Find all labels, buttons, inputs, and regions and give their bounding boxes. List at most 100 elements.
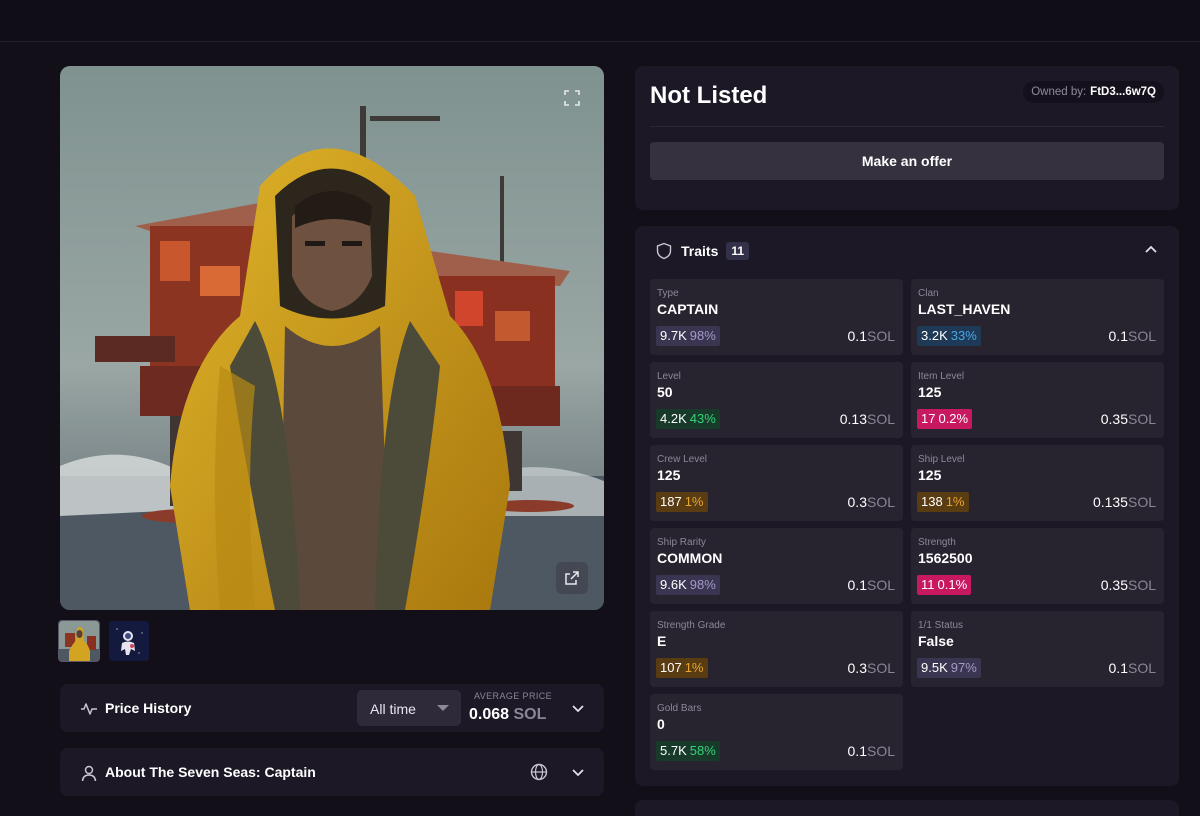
- next-panel: [635, 800, 1179, 816]
- owner-badge[interactable]: Owned by: FtD3...6w7Q: [1023, 81, 1164, 103]
- trait-rarity-badge: 138 1%: [917, 492, 969, 512]
- thumbnail-strip: [58, 620, 149, 662]
- chevron-down-icon[interactable]: [570, 764, 586, 780]
- trait-price-unit: SOL: [1127, 577, 1156, 593]
- thumbnail-astronaut-image: [109, 621, 149, 661]
- expand-button[interactable]: [556, 82, 588, 114]
- trait-value: 125: [918, 384, 942, 400]
- trait-card[interactable]: Type CAPTAIN 9.7K 98% 0.1SOL: [650, 279, 903, 355]
- traits-panel: Traits 11 Type CAPTAIN 9.7K 98% 0.1SOL Clan LA…: [635, 226, 1179, 786]
- external-link-icon: [565, 571, 579, 585]
- trait-card[interactable]: Ship Level 125 138 1% 0.135SOL: [911, 445, 1164, 521]
- average-price-value: 0.068 SOL: [469, 706, 546, 724]
- trait-price-value: 0.1: [847, 743, 867, 759]
- captain-artwork: [60, 66, 604, 610]
- trait-name: Ship Rarity: [657, 537, 706, 548]
- thumbnail-astronaut[interactable]: [109, 621, 149, 661]
- trait-rarity-badge: 5.7K 58%: [656, 741, 720, 761]
- trait-price-value: 0.1: [847, 577, 867, 593]
- about-collection-panel[interactable]: About The Seven Seas: Captain: [60, 748, 604, 796]
- trait-percent: 1%: [945, 494, 965, 509]
- trait-rarity-badge: 3.2K 33%: [917, 326, 981, 346]
- thumbnail-captain-image: [59, 621, 99, 661]
- trait-name: Strength Grade: [657, 620, 726, 631]
- trait-price-unit: SOL: [866, 494, 895, 510]
- trait-rarity-badge: 11 0.1%: [917, 575, 972, 595]
- activity-icon: [81, 703, 97, 715]
- trait-price-unit: SOL: [866, 411, 895, 427]
- trait-card[interactable]: Ship Rarity COMMON 9.6K 98% 0.1SOL: [650, 528, 903, 604]
- trait-count: 9.6K: [660, 577, 687, 592]
- trait-percent: 1%: [684, 494, 704, 509]
- trait-card[interactable]: Item Level 125 17 0.2% 0.35SOL: [911, 362, 1164, 438]
- trait-price-value: 0.35: [1100, 577, 1128, 593]
- chevron-up-icon[interactable]: [1143, 242, 1159, 258]
- trait-floor-price: 0.1SOL: [848, 577, 895, 593]
- trait-card[interactable]: Strength Grade E 107 1% 0.3SOL: [650, 611, 903, 687]
- trait-card[interactable]: Clan LAST_HAVEN 3.2K 33% 0.1SOL: [911, 279, 1164, 355]
- trait-value: CAPTAIN: [657, 301, 719, 317]
- make-offer-button[interactable]: Make an offer: [650, 142, 1164, 180]
- trait-count: 107: [660, 660, 682, 675]
- traits-count-badge: 11: [726, 242, 750, 260]
- about-title: About The Seven Seas: Captain: [105, 764, 316, 780]
- trait-price-unit: SOL: [1127, 494, 1156, 510]
- trait-percent: 58%: [689, 743, 716, 758]
- globe-icon[interactable]: [530, 763, 548, 781]
- trait-value: E: [657, 633, 667, 649]
- divider: [650, 126, 1164, 127]
- external-link-button[interactable]: [556, 562, 588, 594]
- trait-price-unit: SOL: [866, 577, 895, 593]
- trait-floor-price: 0.1SOL: [848, 743, 895, 759]
- trait-card[interactable]: Crew Level 125 187 1% 0.3SOL: [650, 445, 903, 521]
- trait-name: Clan: [918, 288, 939, 299]
- trait-rarity-badge: 9.7K 98%: [656, 326, 720, 346]
- nft-image[interactable]: [60, 66, 604, 610]
- trait-price-value: 0.1: [847, 328, 867, 344]
- traits-title: Traits: [681, 243, 719, 259]
- trait-percent: 33%: [950, 328, 977, 343]
- trait-floor-price: 0.13SOL: [840, 411, 895, 427]
- trait-count: 4.2K: [660, 411, 687, 426]
- trait-percent: 0.2%: [938, 411, 969, 426]
- trait-name: Item Level: [918, 371, 965, 382]
- trait-value: LAST_HAVEN: [918, 301, 1011, 317]
- trait-value: 0: [657, 716, 665, 732]
- trait-rarity-badge: 187 1%: [656, 492, 708, 512]
- trait-percent: 98%: [689, 577, 716, 592]
- trait-floor-price: 0.1SOL: [1109, 328, 1156, 344]
- trait-price-value: 0.13: [839, 411, 867, 427]
- trait-percent: 0.1%: [937, 577, 968, 592]
- listing-status: Not Listed: [650, 82, 768, 109]
- chevron-down-icon[interactable]: [570, 700, 586, 716]
- trait-price-unit: SOL: [866, 743, 895, 759]
- price-history-title: Price History: [105, 700, 192, 716]
- trait-card[interactable]: Strength 1562500 11 0.1% 0.35SOL: [911, 528, 1164, 604]
- traits-header[interactable]: Traits 11: [655, 241, 750, 261]
- thumbnail-captain[interactable]: [58, 620, 100, 662]
- user-icon: [81, 765, 97, 782]
- trait-count: 9.7K: [660, 328, 687, 343]
- trait-price-value: 0.35: [1100, 411, 1128, 427]
- trait-floor-price: 0.35SOL: [1101, 577, 1156, 593]
- time-range-value: All time: [370, 701, 416, 717]
- trait-value: False: [918, 633, 954, 649]
- trait-rarity-badge: 9.6K 98%: [656, 575, 720, 595]
- trait-price-value: 0.3: [847, 660, 867, 676]
- top-navigation-bar: [0, 0, 1200, 42]
- trait-name: Level: [657, 371, 681, 382]
- time-range-select[interactable]: All time: [357, 690, 461, 726]
- trait-card[interactable]: Level 50 4.2K 43% 0.13SOL: [650, 362, 903, 438]
- trait-floor-price: 0.1SOL: [848, 328, 895, 344]
- price-history-panel[interactable]: Price History All time AVERAGE PRICE 0.0…: [60, 684, 604, 732]
- trait-price-value: 0.1: [1108, 328, 1128, 344]
- trait-price-unit: SOL: [1127, 328, 1156, 344]
- listing-panel: Not Listed Owned by: FtD3...6w7Q Make an …: [635, 66, 1179, 210]
- trait-value: 125: [918, 467, 942, 483]
- trait-count: 11: [921, 577, 935, 592]
- trait-card[interactable]: 1/1 Status False 9.5K 97% 0.1SOL: [911, 611, 1164, 687]
- trait-name: Crew Level: [657, 454, 708, 465]
- average-price-amount: 0.068: [469, 706, 510, 723]
- expand-icon: [564, 90, 580, 106]
- trait-card[interactable]: Gold Bars 0 5.7K 58% 0.1SOL: [650, 694, 903, 770]
